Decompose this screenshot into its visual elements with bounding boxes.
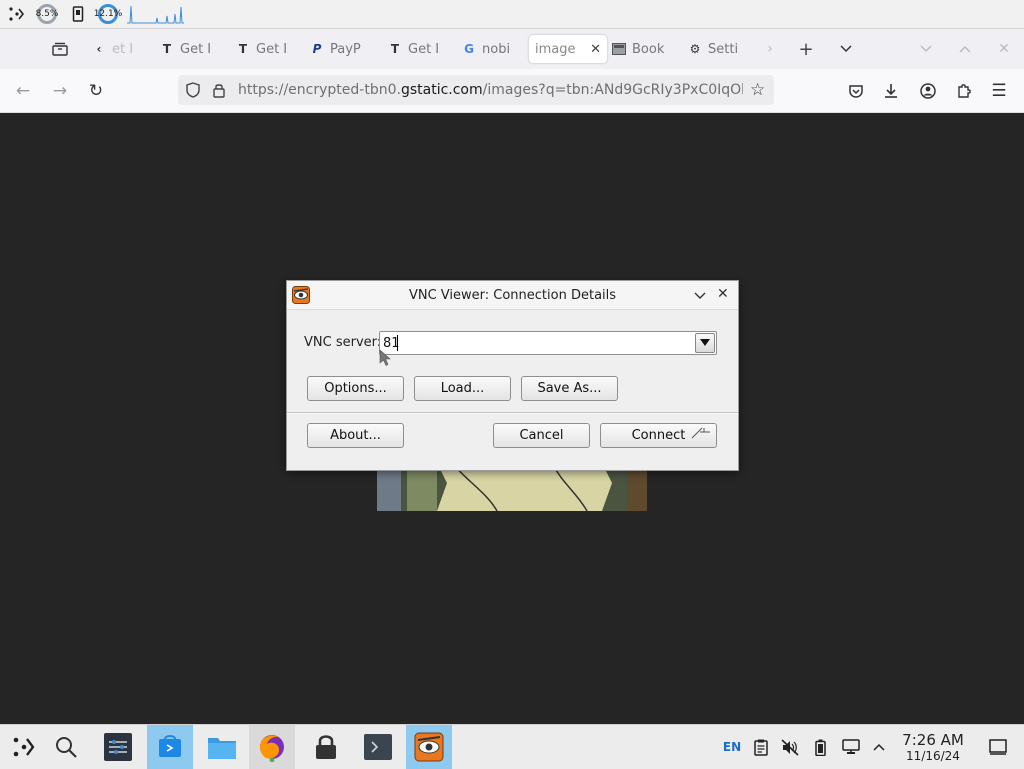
gear-icon: ⚙ <box>689 42 701 56</box>
tab-image-active[interactable]: image ✕ <box>529 35 607 63</box>
connect-button[interactable]: Connect <box>600 423 717 448</box>
server-history-dropdown-button[interactable] <box>695 333 715 353</box>
vnc-viewer-taskbar-icon[interactable] <box>406 725 452 769</box>
tab-label: et I <box>112 41 134 57</box>
app-launcher-icon[interactable] <box>6 4 26 24</box>
url-text[interactable]: https://encrypted-tbn0.gstatic.com/image… <box>238 82 743 98</box>
tab-settings[interactable]: ⚙ Setti <box>688 35 744 63</box>
shield-icon[interactable] <box>186 82 200 102</box>
clock-time: 7:26 AM <box>902 731 964 749</box>
triangle-down-icon <box>700 339 710 346</box>
text-caret <box>397 335 398 351</box>
tab-label: Get I <box>256 41 286 57</box>
close-window-icon[interactable]: ✕ <box>992 37 1016 61</box>
chevron-right-icon[interactable]: › <box>758 37 782 61</box>
battery-icon[interactable] <box>811 737 829 757</box>
app-menu-icon[interactable] <box>0 725 46 769</box>
memory-usage-label: 12.1% <box>93 9 123 19</box>
system-panel: 8.5% 12.1% <box>0 0 1024 29</box>
dialog-titlebar[interactable]: VNC Viewer: Connection Details ✕ <box>287 281 738 310</box>
keyboard-language-indicator[interactable]: EN <box>720 737 744 757</box>
resize-grip-icon <box>690 427 712 443</box>
load-button[interactable]: Load... <box>414 376 511 401</box>
cpu-usage-label: 8.5% <box>35 9 59 19</box>
minimize-chevron-icon[interactable] <box>914 37 938 61</box>
tab-label: Get I <box>180 41 210 57</box>
dialog-separator <box>287 412 738 414</box>
vnc-connection-dialog: VNC Viewer: Connection Details ✕ VNC ser… <box>286 280 739 471</box>
volume-muted-icon[interactable] <box>780 737 800 757</box>
paypal-icon: P <box>312 42 322 56</box>
dialog-title: VNC Viewer: Connection Details <box>408 288 617 303</box>
book-thumbnail-icon <box>612 42 626 56</box>
close-tab-icon[interactable]: ✕ <box>590 42 601 57</box>
bookmark-star-icon[interactable]: ☆ <box>750 80 765 100</box>
network-graph-icon[interactable] <box>126 4 184 24</box>
url-domain: gstatic.com <box>400 82 483 98</box>
tab-list-chevron-down-icon[interactable] <box>834 37 858 61</box>
extensions-puzzle-icon[interactable] <box>951 78 977 104</box>
show-desktop-icon[interactable] <box>988 737 1008 757</box>
save-as-button[interactable]: Save As... <box>521 376 618 401</box>
discover-store-icon[interactable] <box>147 725 193 769</box>
file-manager-icon[interactable] <box>199 725 245 769</box>
about-button[interactable]: About... <box>307 423 404 448</box>
text-site-icon: T <box>390 42 400 56</box>
lock-icon[interactable] <box>213 82 225 102</box>
tray-expand-chevron-up-icon[interactable] <box>870 737 888 757</box>
tab-label: Get I <box>408 41 438 57</box>
tab-nobi[interactable]: G nobi <box>462 35 514 63</box>
tab-overview-icon[interactable] <box>48 37 72 61</box>
taskbar: EN 7:26 AM 11/16/24 <box>0 724 1024 769</box>
firefox-icon[interactable] <box>249 725 295 769</box>
tab-label: Setti <box>708 41 739 57</box>
cpu-monitor[interactable]: 8.5% <box>36 4 58 24</box>
chevron-left-icon: ‹ <box>96 42 102 56</box>
new-tab-plus-icon[interactable]: + <box>794 37 818 61</box>
terminal-icon[interactable] <box>355 725 401 769</box>
download-icon[interactable] <box>878 78 904 104</box>
tab-paypal[interactable]: P PayP <box>310 35 366 63</box>
pocket-icon[interactable] <box>843 78 869 104</box>
mouse-cursor-icon <box>379 349 391 371</box>
system-settings-icon[interactable] <box>95 725 141 769</box>
connect-label: Connect <box>631 428 686 443</box>
vnc-server-input[interactable]: 81 <box>379 331 717 355</box>
text-site-icon: T <box>238 42 248 56</box>
tab-get-2[interactable]: T Get I <box>236 35 286 63</box>
tab-get-1[interactable]: T Get I <box>160 35 210 63</box>
back-arrow-icon[interactable]: ← <box>10 78 36 104</box>
google-icon: G <box>464 42 474 56</box>
tab-label: PayP <box>330 41 361 57</box>
forward-arrow-icon[interactable]: → <box>47 78 73 104</box>
maximize-chevron-icon[interactable] <box>953 37 977 61</box>
tab-label: Book <box>632 41 665 57</box>
dialog-close-icon[interactable]: ✕ <box>717 286 729 302</box>
account-icon[interactable] <box>915 78 941 104</box>
memory-chip-icon[interactable] <box>70 4 86 24</box>
url-suffix: /images?q=tbn:ANd9GcRIy3PxC0IqOb3ET <box>482 82 743 98</box>
tab-bar: ‹ et I T Get I T Get I P PayP T Get I G … <box>0 29 1024 69</box>
cancel-button[interactable]: Cancel <box>493 423 590 448</box>
options-button[interactable]: Options... <box>307 376 404 401</box>
lock-screen-icon[interactable] <box>303 725 349 769</box>
tab-get-3[interactable]: T Get I <box>388 35 438 63</box>
dialog-chevron-down-icon[interactable] <box>694 289 706 304</box>
url-bar[interactable]: https://encrypted-tbn0.gstatic.com/image… <box>178 75 774 105</box>
hamburger-menu-icon[interactable]: ☰ <box>986 78 1012 104</box>
tab-label: nobi <box>482 41 511 57</box>
text-site-icon: T <box>162 42 172 56</box>
tab-partial[interactable]: ‹ et I <box>92 35 134 63</box>
search-icon[interactable] <box>43 725 89 769</box>
clipboard-icon[interactable] <box>751 737 771 757</box>
tab-book[interactable]: Book <box>612 35 668 63</box>
memory-monitor[interactable]: 12.1% <box>94 4 122 24</box>
reload-icon[interactable]: ↻ <box>83 78 109 104</box>
url-prefix: https://encrypted-tbn0. <box>238 82 401 98</box>
tab-label: image <box>535 41 576 57</box>
navigation-toolbar: ← → ↻ https://encrypted-tbn0.gstatic.com… <box>0 69 1024 113</box>
vnc-server-label: VNC server: <box>304 335 382 350</box>
clock-date: 11/16/24 <box>906 749 960 763</box>
network-wired-icon[interactable] <box>840 737 862 757</box>
